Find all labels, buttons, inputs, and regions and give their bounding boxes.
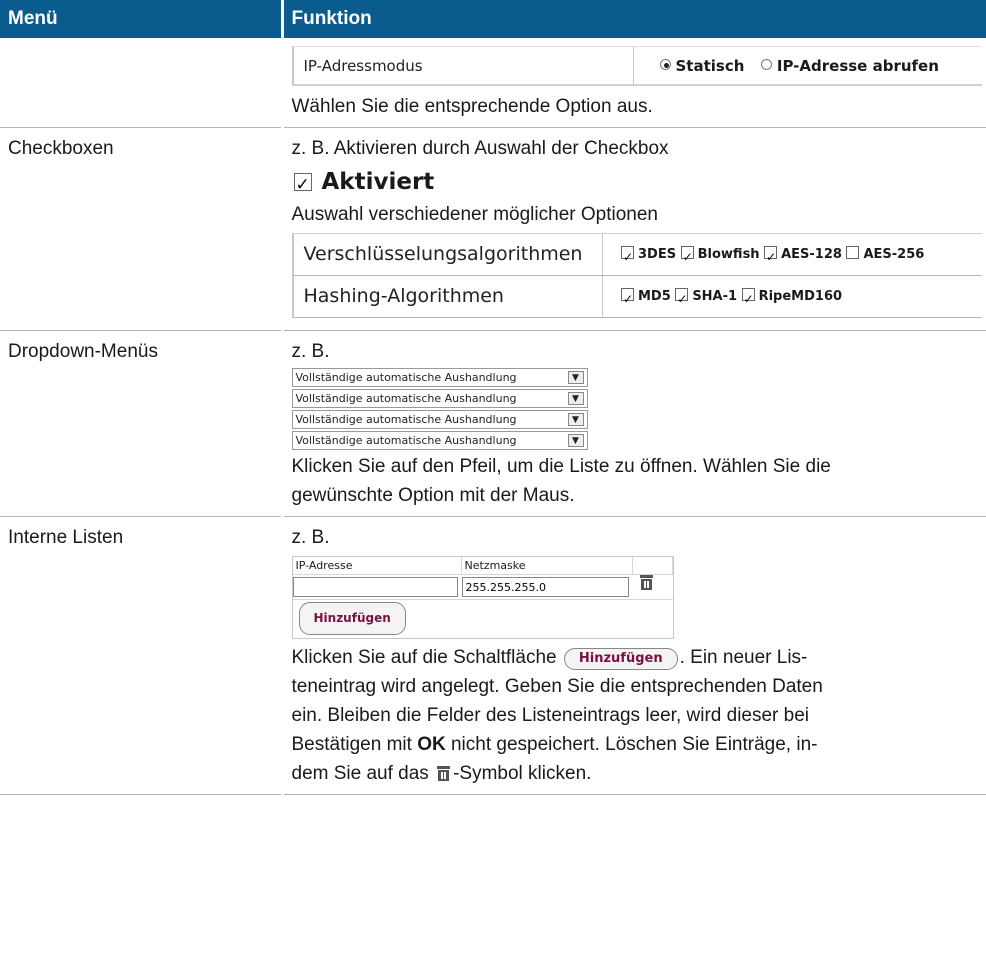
list-description-4: Bestätigen mit OK nicht gespeichert. Lös…: [292, 730, 979, 759]
option-label: AES-256: [863, 247, 925, 262]
table-row: Hashing-Algorithmen MD5 SHA-1 RipeMD160: [292, 275, 982, 318]
list-text: -Symbol klicken.: [453, 763, 592, 784]
option-fetch-label: IP-Adresse abrufen: [776, 57, 939, 75]
dropdown-value: Vollständige automatische Aushandlung: [295, 434, 517, 447]
checkbox-icon[interactable]: [846, 246, 860, 259]
list-footer: Hinzufügen: [292, 599, 673, 638]
option-label: 3DES: [638, 247, 677, 262]
add-button[interactable]: Hinzufügen: [298, 602, 406, 635]
ip-address-input[interactable]: [292, 577, 458, 597]
option-label: RipeMD160: [758, 289, 843, 304]
list-text: Klicken Sie auf die Schaltfläche: [291, 647, 557, 668]
row-list-function: z. B. IP-Adresse Netzmaske Hinzufügen Kl…: [282, 516, 986, 795]
checkbox-icon[interactable]: [741, 285, 755, 314]
hashing-options: MD5 SHA-1 RipeMD160: [602, 275, 982, 318]
header-menu: Menü: [0, 0, 284, 38]
chevron-down-icon[interactable]: ▼: [567, 371, 584, 384]
row-dropdown-function: z. B. Vollständige automatische Aushandl…: [282, 330, 986, 517]
dropdown-value: Vollständige automatische Aushandlung: [295, 413, 517, 426]
list-text: nicht gespeichert. Löschen Sie Einträge,…: [450, 734, 818, 755]
chevron-down-icon[interactable]: ▼: [567, 434, 584, 447]
checkbox-icon[interactable]: [621, 285, 634, 314]
checkbox-icon[interactable]: [680, 243, 694, 272]
option-static-label: Statisch: [675, 57, 745, 75]
option-label: SHA-1: [692, 289, 738, 304]
ip-mode-screenshot: IP-Adressmodus Statisch IP-Adresse abruf…: [291, 46, 982, 86]
dropdown-select[interactable]: Vollständige automatische Aushandlung ▼: [291, 389, 588, 408]
trash-icon[interactable]: [639, 574, 654, 591]
row-radio-function: IP-Adressmodus Statisch IP-Adresse abruf…: [282, 38, 986, 128]
list-description-1: Klicken Sie auf die Schaltfläche Hinzufü…: [292, 643, 979, 672]
dropdown-value: Vollständige automatische Aushandlung: [295, 392, 517, 405]
ip-cell: [292, 573, 462, 602]
ip-mode-options: Statisch IP-Adresse abrufen: [634, 47, 982, 84]
header-function: Funktion: [282, 0, 986, 38]
checkbox-icon[interactable]: [621, 243, 634, 272]
list-text: dem Sie auf das: [291, 763, 429, 784]
table-row-checkbox: Checkboxen z. B. Aktivieren durch Auswah…: [0, 127, 986, 331]
checkbox-icon[interactable]: [293, 168, 312, 202]
row-dropdown-menu: Dropdown-Menüs: [0, 330, 284, 517]
option-label: MD5: [638, 289, 671, 304]
row-list-menu: Interne Listen: [0, 516, 284, 795]
add-button-inline: Hinzufügen: [563, 648, 678, 670]
chevron-down-icon[interactable]: ▼: [567, 392, 584, 405]
radio-icon[interactable]: [760, 59, 772, 70]
internal-list-sample: IP-Adresse Netzmaske Hinzufügen: [291, 556, 674, 639]
row-checkbox-function: z. B. Aktivieren durch Auswahl der Check…: [282, 127, 986, 331]
table-row-dropdown: Dropdown-Menüs z. B. Vollständige automa…: [0, 330, 986, 517]
dropdown-value: Vollständige automatische Aushandlung: [295, 371, 517, 384]
list-text: Bestätigen mit: [291, 734, 412, 755]
option-label: AES-128: [781, 247, 842, 262]
dropdown-intro: z. B.: [291, 341, 330, 362]
checkbox-icon[interactable]: [675, 285, 689, 314]
list-item: [292, 573, 673, 602]
list-text: . Ein neuer Lis-: [679, 647, 808, 668]
mask-cell: [461, 573, 633, 602]
algorithm-table: Verschlüsselungsalgorithmen 3DES Blowfis…: [291, 233, 982, 318]
option-label: Blowfish: [697, 247, 760, 262]
table-row-radio: IP-Adressmodus Statisch IP-Adresse abruf…: [0, 38, 986, 128]
radio-description: Wählen Sie die entsprechende Option aus.: [291, 96, 653, 117]
menu-function-table: Menü Funktion IP-Adressmodus Statisch IP…: [0, 0, 986, 795]
radio-icon[interactable]: [659, 59, 671, 70]
encryption-options: 3DES Blowfish AES-128 AES-256: [602, 233, 982, 276]
activated-checkbox-sample: Aktiviert: [293, 165, 435, 202]
dropdown-select[interactable]: Vollständige automatische Aushandlung ▼: [291, 431, 588, 450]
dropdown-select[interactable]: Vollständige automatische Aushandlung ▼: [291, 410, 588, 429]
list-description-2: teneintrag wird angelegt. Geben Sie die …: [291, 676, 823, 697]
trash-icon: [436, 765, 451, 782]
document-page: Menü Funktion IP-Adressmodus Statisch IP…: [0, 0, 986, 795]
ip-mode-label: IP-Adressmodus: [294, 47, 634, 84]
checkbox-icon[interactable]: [764, 243, 778, 272]
table-header: Menü Funktion: [0, 0, 986, 38]
list-description-3: ein. Bleiben die Felder des Listeneintra…: [291, 705, 810, 726]
dropdown-select[interactable]: Vollständige automatische Aushandlung ▼: [291, 368, 588, 387]
table-row-list: Interne Listen z. B. IP-Adresse Netzmask…: [0, 516, 986, 795]
row-radio-menu: [0, 38, 284, 128]
chevron-down-icon[interactable]: ▼: [567, 413, 584, 426]
encryption-label: Verschlüsselungsalgorithmen: [292, 233, 603, 276]
dropdown-samples: Vollständige automatische Aushandlung ▼ V…: [291, 368, 979, 450]
ok-keyword: OK: [417, 734, 446, 755]
action-cell: [633, 573, 673, 602]
checkbox-intro: z. B. Aktivieren durch Auswahl der Check…: [291, 138, 669, 159]
netmask-input[interactable]: [461, 577, 629, 597]
list-description-5: dem Sie auf das -Symbol klicken.: [292, 759, 979, 788]
list-intro: z. B.: [291, 527, 330, 548]
hashing-label: Hashing-Algorithmen: [292, 275, 603, 318]
dropdown-description-2: gewünschte Option mit der Maus.: [291, 485, 575, 506]
table-row: Verschlüsselungsalgorithmen 3DES Blowfis…: [292, 233, 982, 276]
checkbox-intro2: Auswahl verschiedener möglicher Optionen: [291, 204, 658, 225]
row-checkbox-menu: Checkboxen: [0, 127, 284, 331]
activated-label: Aktiviert: [321, 169, 435, 195]
dropdown-description-1: Klicken Sie auf den Pfeil, um die Liste …: [291, 456, 831, 477]
